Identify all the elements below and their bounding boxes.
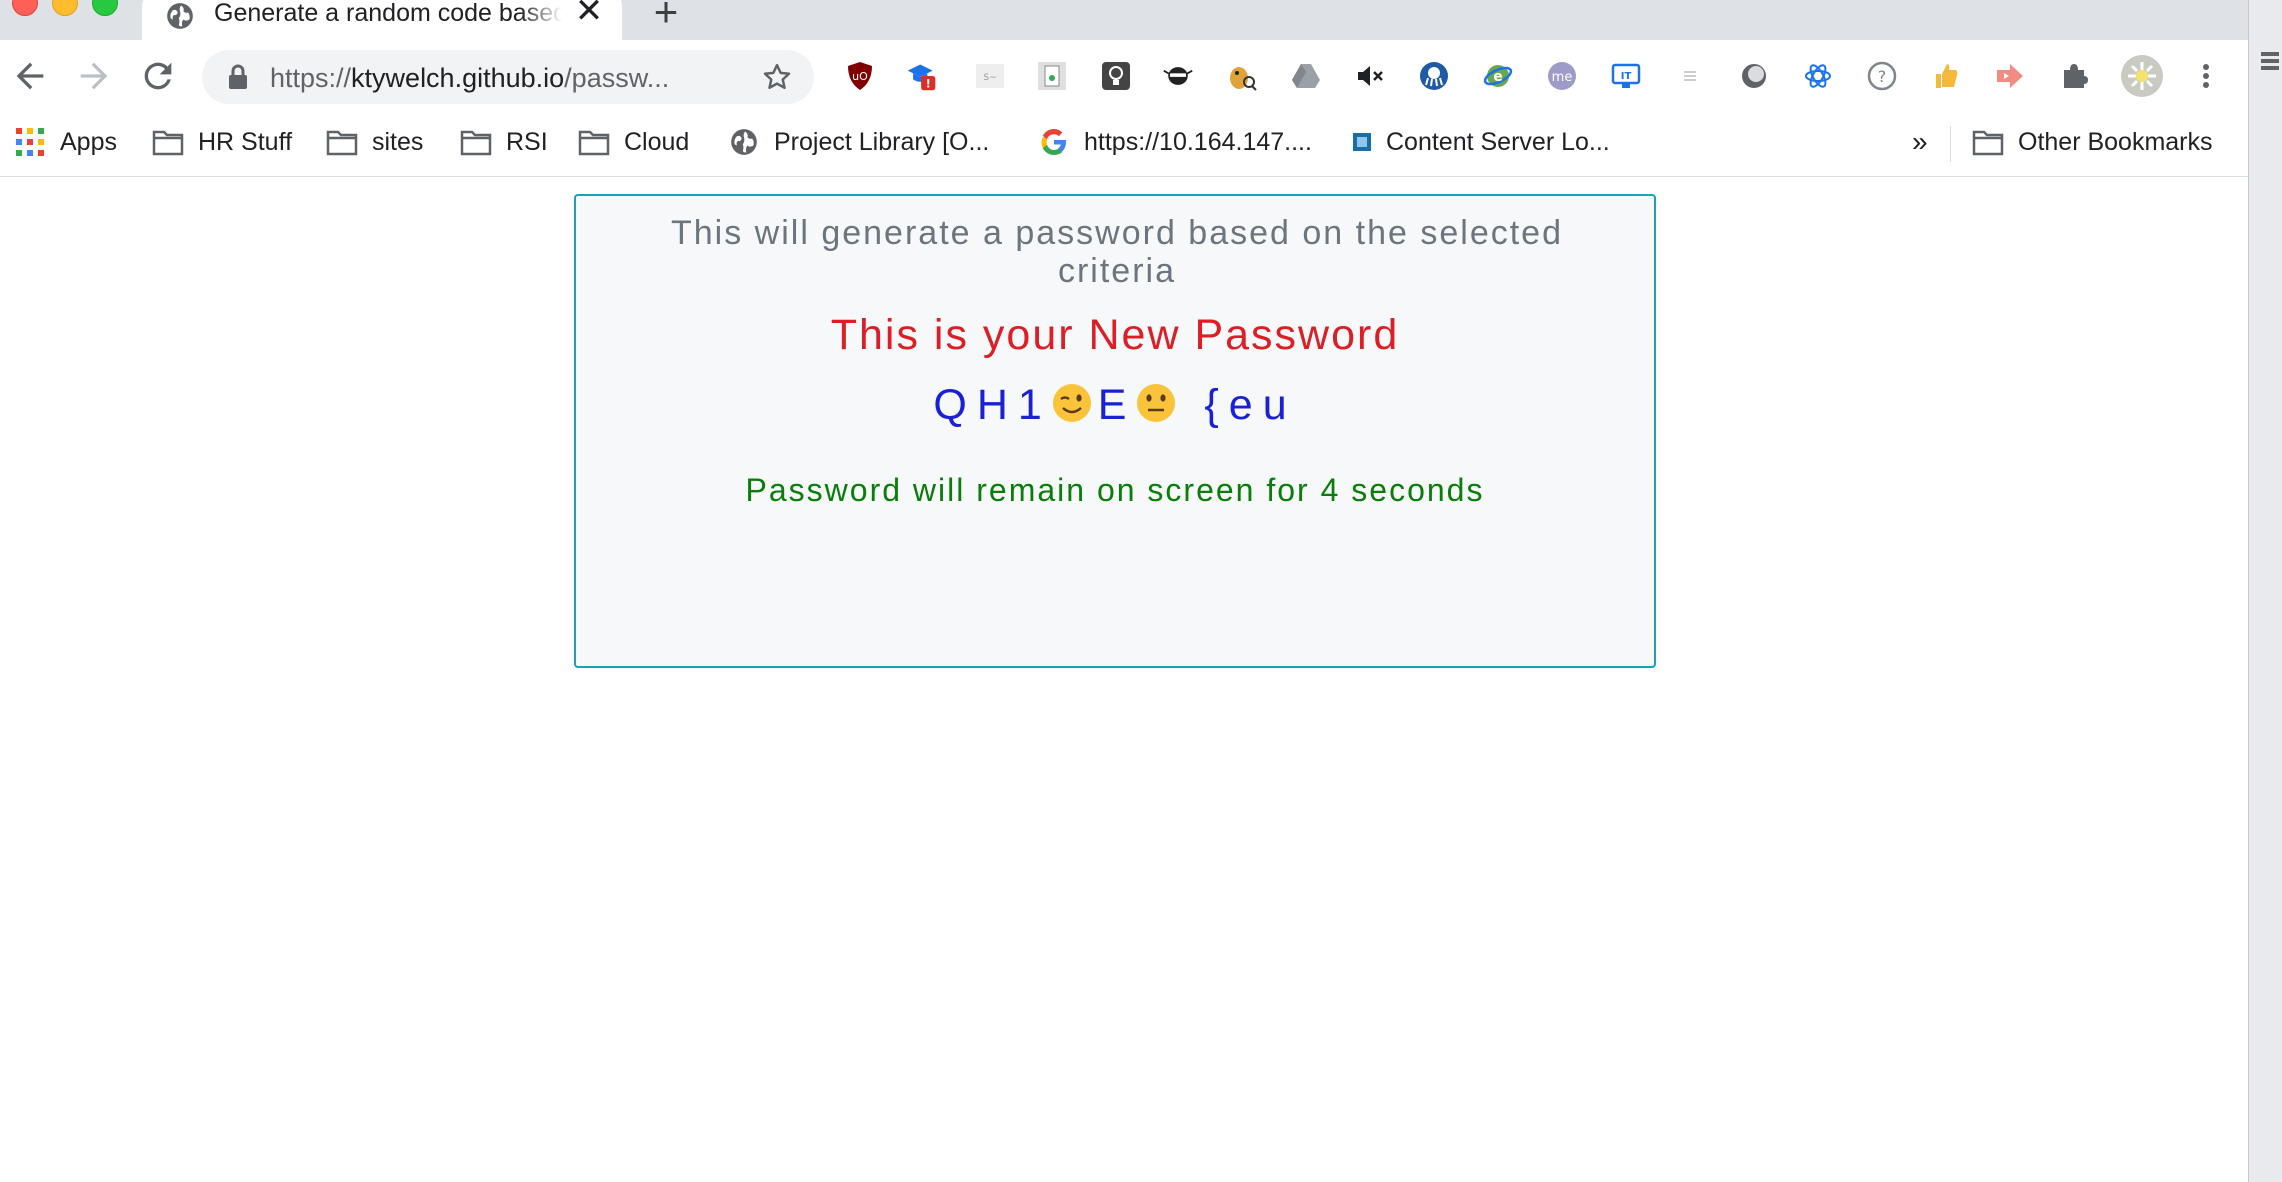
window-close-button[interactable] — [12, 0, 38, 16]
window-minimize-button[interactable] — [52, 0, 78, 16]
tab-title: Generate a random code based — [214, 0, 562, 27]
folder-icon — [1972, 130, 2004, 156]
sheets-icon[interactable] — [1036, 60, 1068, 92]
timer-notice: Password will remain on screen for 4 sec… — [745, 472, 1485, 508]
help-icon[interactable]: ? — [1866, 60, 1898, 92]
neutral-face-emoji — [1137, 384, 1176, 422]
url-scheme: https:// — [270, 63, 352, 93]
svg-text:e: e — [1493, 69, 1503, 85]
svg-text:?: ? — [1878, 67, 1887, 86]
back-arrow-icon[interactable] — [10, 56, 50, 96]
puzzle-icon[interactable] — [2058, 60, 2090, 92]
bookmark-label: Other Bookmarks — [2018, 127, 2213, 156]
bookmark-label: Cloud — [624, 127, 690, 156]
tab-close-icon[interactable]: ✕ — [574, 0, 604, 28]
password-heading: This is your New Password — [830, 311, 1400, 359]
bookmark-label: RSI — [506, 127, 548, 156]
octopus-icon[interactable] — [1418, 60, 1450, 92]
intro-text: This will generate a password based on t… — [670, 214, 1564, 290]
me-icon[interactable]: me — [1546, 60, 1578, 92]
svg-text:me: me — [1552, 70, 1573, 85]
bookmark-content-server[interactable]: Content Server Lo... — [1352, 124, 1610, 160]
bookmark-label: Apps — [60, 127, 117, 156]
lock-icon[interactable] — [226, 64, 250, 90]
svg-text:!: ! — [926, 77, 931, 91]
url-text[interactable]: https://ktywelch.github.io/passw... — [270, 62, 669, 94]
lightbulb-icon[interactable] — [1100, 60, 1132, 92]
winking-face-emoji — [1052, 384, 1091, 422]
content-server-icon — [1353, 133, 1371, 151]
forward-arrow-icon[interactable] — [74, 56, 114, 96]
window-zoom-button[interactable] — [92, 0, 118, 16]
side-panel-edge — [2248, 0, 2282, 1182]
sketch-icon[interactable]: S~ — [974, 60, 1006, 92]
globe-icon — [731, 129, 757, 155]
svg-text:S~: S~ — [983, 73, 996, 83]
list-icon[interactable] — [1674, 60, 1706, 92]
url-host: ktywelch.github.io — [351, 63, 565, 93]
folder-icon — [152, 130, 184, 156]
folder-icon — [578, 130, 610, 156]
graduation-cap-icon[interactable]: ! — [906, 60, 938, 92]
tab-active[interactable]: Generate a random code based ✕ — [142, 0, 622, 40]
password-part: E — [1097, 381, 1137, 429]
url-path: /passw... — [564, 63, 670, 93]
mute-icon[interactable] — [1354, 60, 1386, 92]
arrow-icon[interactable] — [1994, 60, 2026, 92]
bookmark-folder-hr-stuff[interactable]: HR Stuff — [152, 124, 292, 160]
ublock-icon[interactable]: uO — [844, 60, 876, 92]
bookmarks-overflow-button[interactable]: » — [1912, 124, 1928, 160]
bookmarks-divider — [1950, 126, 1951, 162]
bookmark-label: HR Stuff — [198, 127, 293, 156]
google-icon — [1041, 129, 1066, 155]
ninja-icon[interactable] — [1162, 60, 1194, 92]
ie-tab-icon[interactable]: e — [1482, 60, 1514, 92]
folder-icon — [326, 130, 358, 156]
react-icon[interactable] — [1802, 60, 1834, 92]
svg-text:uO: uO — [852, 70, 868, 83]
bookmark-folder-cloud[interactable]: Cloud — [578, 124, 689, 160]
globe-icon — [167, 3, 193, 29]
it-screen-icon[interactable]: IT — [1610, 60, 1642, 92]
bird-search-icon[interactable] — [1226, 60, 1258, 92]
browser-toolbar: https://ktywelch.github.io/passw... uO !… — [0, 40, 2248, 112]
apps-grid-icon — [16, 128, 44, 156]
bookmark-apps[interactable]: Apps — [14, 124, 117, 160]
reload-icon[interactable] — [138, 56, 178, 96]
bookmark-label: Project Library [O... — [774, 127, 990, 156]
circle-icon[interactable] — [1738, 60, 1770, 92]
bookmark-other-bookmarks[interactable]: Other Bookmarks — [1972, 124, 2213, 160]
side-panel-icon — [2261, 52, 2279, 70]
folder-icon — [460, 130, 492, 156]
bookmark-label: https://10.164.147.... — [1084, 127, 1312, 156]
new-tab-button[interactable]: + — [648, 0, 684, 33]
password-part: QH1 — [933, 381, 1052, 429]
password-part: {eu — [1182, 381, 1297, 429]
bookmarks-bar: Apps HR Stuff sites RSI Cloud Project Li… — [0, 112, 2248, 177]
svg-text:IT: IT — [1621, 71, 1632, 82]
bookmark-ip-address[interactable]: https://10.164.147.... — [1038, 124, 1312, 160]
bookmark-folder-sites[interactable]: sites — [326, 124, 423, 160]
profile-avatar[interactable] — [2120, 54, 2164, 98]
bookmark-label: Content Server Lo... — [1386, 127, 1610, 156]
address-bar[interactable]: https://ktywelch.github.io/passw... — [202, 50, 814, 104]
generated-password[interactable]: QH1 E {eu — [576, 380, 1654, 430]
star-icon[interactable] — [762, 62, 792, 92]
menu-kebab-icon[interactable] — [2190, 60, 2222, 92]
bookmark-label: sites — [372, 127, 424, 156]
thumbs-up-icon[interactable] — [1930, 60, 1962, 92]
bookmark-folder-rsi[interactable]: RSI — [460, 124, 548, 160]
browser-window: Generate a random code based ✕ + https:/… — [0, 0, 2282, 1182]
tab-strip: Generate a random code based ✕ + — [0, 0, 2248, 40]
google-drive-icon[interactable] — [1290, 60, 1322, 92]
password-card: This will generate a password based on t… — [574, 194, 1656, 668]
bookmark-project-library[interactable]: Project Library [O... — [728, 124, 989, 160]
